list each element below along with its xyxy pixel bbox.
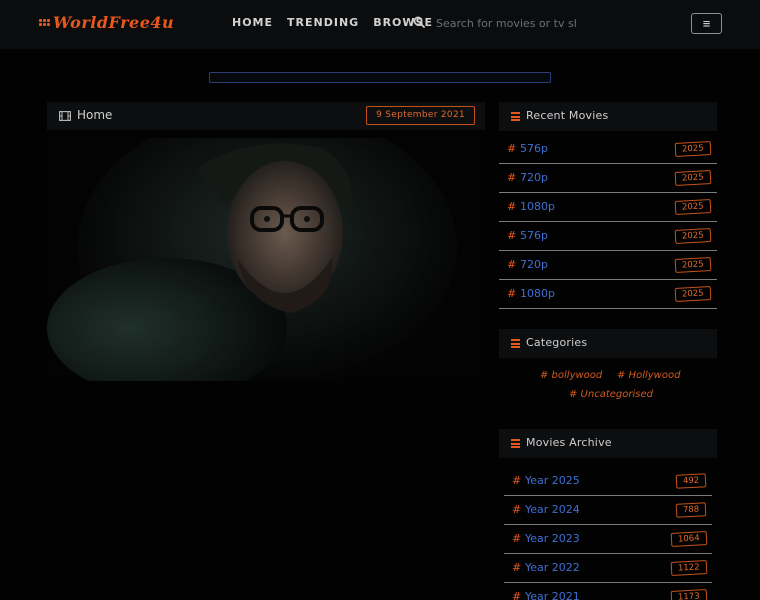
main-nav: HOME TRENDING BROWSE — [232, 16, 433, 29]
recent-item-label: 1080p — [520, 200, 555, 213]
count-badge: 1173 — [670, 589, 707, 600]
menu-toggle-button[interactable]: ≡ — [691, 13, 722, 34]
archive-item-year-2025[interactable]: # Year 2025 492 — [504, 467, 712, 496]
hash-icon: # — [512, 503, 522, 516]
recent-item-label: 576p — [520, 229, 548, 242]
archive-item-label: Year 2023 — [525, 532, 580, 545]
film-icon — [59, 111, 71, 121]
recent-item-label: 576p — [520, 142, 548, 155]
hash-icon: # — [512, 590, 522, 600]
recent-item-label: 1080p — [520, 287, 555, 300]
hash-icon: # — [507, 171, 517, 184]
year-badge: 2025 — [674, 257, 711, 273]
archive-item-label: Year 2021 — [525, 590, 580, 600]
categories-title: Categories — [526, 336, 588, 349]
hash-icon: # — [507, 229, 517, 242]
category-link-bollywood[interactable]: # bollywood — [540, 370, 602, 381]
hash-icon: # — [507, 142, 517, 155]
logo-text: WorldFree4u — [53, 13, 175, 32]
recent-item-1080p[interactable]: # 1080p 2025 — [499, 193, 717, 222]
count-badge: 492 — [675, 473, 707, 489]
archive-item-year-2022[interactable]: # Year 2022 1122 — [504, 554, 712, 583]
category-link-hollywood[interactable]: # Hollywood — [617, 370, 680, 381]
archive-item-label: Year 2024 — [525, 503, 580, 516]
post-date-badge: 9 September 2021 — [366, 106, 475, 125]
category-link-uncategorised[interactable]: # Uncategorised — [569, 389, 653, 400]
ad-banner-slot[interactable] — [209, 72, 551, 83]
recent-item-label: 720p — [520, 171, 548, 184]
top-navbar: WorldFree4u HOME TRENDING BROWSE ≡ — [0, 0, 760, 49]
recent-item-720p[interactable]: # 720p 2025 — [499, 251, 717, 280]
hash-icon: # — [507, 258, 517, 271]
search-icon[interactable] — [413, 16, 425, 28]
list-bars-icon — [511, 112, 520, 121]
recent-movies-title: Recent Movies — [526, 109, 609, 122]
featured-poster-image[interactable] — [47, 138, 480, 381]
list-bars-icon — [511, 439, 520, 448]
nav-home[interactable]: HOME — [232, 16, 273, 29]
recent-item-576p[interactable]: # 576p 2025 — [499, 222, 717, 251]
count-badge: 1064 — [670, 531, 707, 547]
logo-dots-icon — [39, 19, 50, 26]
nav-trending[interactable]: TRENDING — [287, 16, 359, 29]
search-input[interactable] — [436, 13, 576, 33]
categories-header: Categories — [499, 329, 717, 358]
archive-item-year-2024[interactable]: # Year 2024 788 — [504, 496, 712, 525]
count-badge: 1122 — [670, 560, 707, 576]
recent-item-label: 720p — [520, 258, 548, 271]
archive-item-label: Year 2025 — [525, 474, 580, 487]
count-badge: 788 — [675, 502, 707, 518]
page-title: Home — [77, 108, 113, 122]
hash-icon: # — [507, 287, 517, 300]
archive-item-year-2021[interactable]: # Year 2021 1173 — [504, 583, 712, 600]
year-badge: 2025 — [674, 228, 711, 244]
main-card-header: Home 9 September 2021 — [47, 102, 485, 130]
hash-icon: # — [512, 561, 522, 574]
recent-movies-header: Recent Movies — [499, 102, 717, 131]
hash-icon: # — [507, 200, 517, 213]
movies-archive-title: Movies Archive — [526, 436, 612, 449]
recent-item-720p[interactable]: # 720p 2025 — [499, 164, 717, 193]
menu-icon: ≡ — [702, 15, 711, 31]
recent-item-576p[interactable]: # 576p 2025 — [499, 135, 717, 164]
poster-illustration — [47, 138, 480, 381]
year-badge: 2025 — [674, 141, 711, 157]
recent-item-1080p[interactable]: # 1080p 2025 — [499, 280, 717, 309]
archive-item-label: Year 2022 — [525, 561, 580, 574]
list-bars-icon — [511, 339, 520, 348]
year-badge: 2025 — [674, 170, 711, 186]
movies-archive-header: Movies Archive — [499, 429, 717, 458]
site-logo[interactable]: WorldFree4u — [39, 13, 174, 32]
hash-icon: # — [512, 474, 522, 487]
year-badge: 2025 — [674, 199, 711, 215]
archive-item-year-2023[interactable]: # Year 2023 1064 — [504, 525, 712, 554]
year-badge: 2025 — [674, 286, 711, 302]
hash-icon: # — [512, 532, 522, 545]
